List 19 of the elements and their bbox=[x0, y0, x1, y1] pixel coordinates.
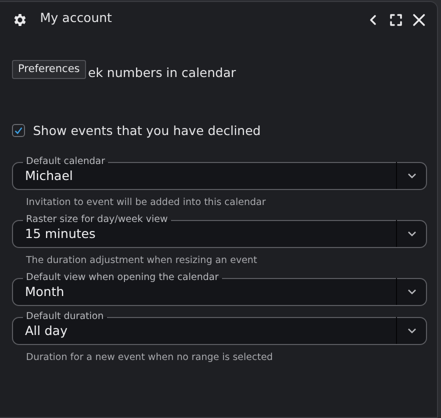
select-field[interactable]: Default view when opening the calendar Month bbox=[12, 273, 427, 306]
helper-text: Invitation to event will be added into this calendar bbox=[26, 197, 267, 208]
chevron-down-icon bbox=[406, 230, 416, 236]
chevron-down-icon bbox=[406, 288, 416, 294]
select-field[interactable]: Default duration All day bbox=[12, 312, 427, 345]
window-title: My account bbox=[40, 10, 113, 24]
checkbox[interactable] bbox=[12, 124, 25, 136]
settings-icon[interactable] bbox=[12, 12, 28, 28]
tooltip: Preferences bbox=[12, 60, 86, 79]
fullscreen-icon[interactable] bbox=[388, 12, 404, 28]
helper-text: Duration for a new event when no range is selected bbox=[26, 352, 274, 363]
option-label: ek numbers in calendar bbox=[88, 64, 236, 80]
close-icon[interactable] bbox=[411, 12, 427, 28]
select-field[interactable]: Default calendar Michael bbox=[12, 157, 427, 190]
chevron-down-icon bbox=[406, 328, 416, 334]
helper-text: The duration adjustment when resizing an event bbox=[26, 255, 258, 266]
chevron-down-icon bbox=[406, 172, 416, 178]
select-field[interactable]: Raster size for day/week view 15 minutes bbox=[12, 215, 427, 248]
option-label: Show events that you have declined bbox=[33, 122, 261, 138]
